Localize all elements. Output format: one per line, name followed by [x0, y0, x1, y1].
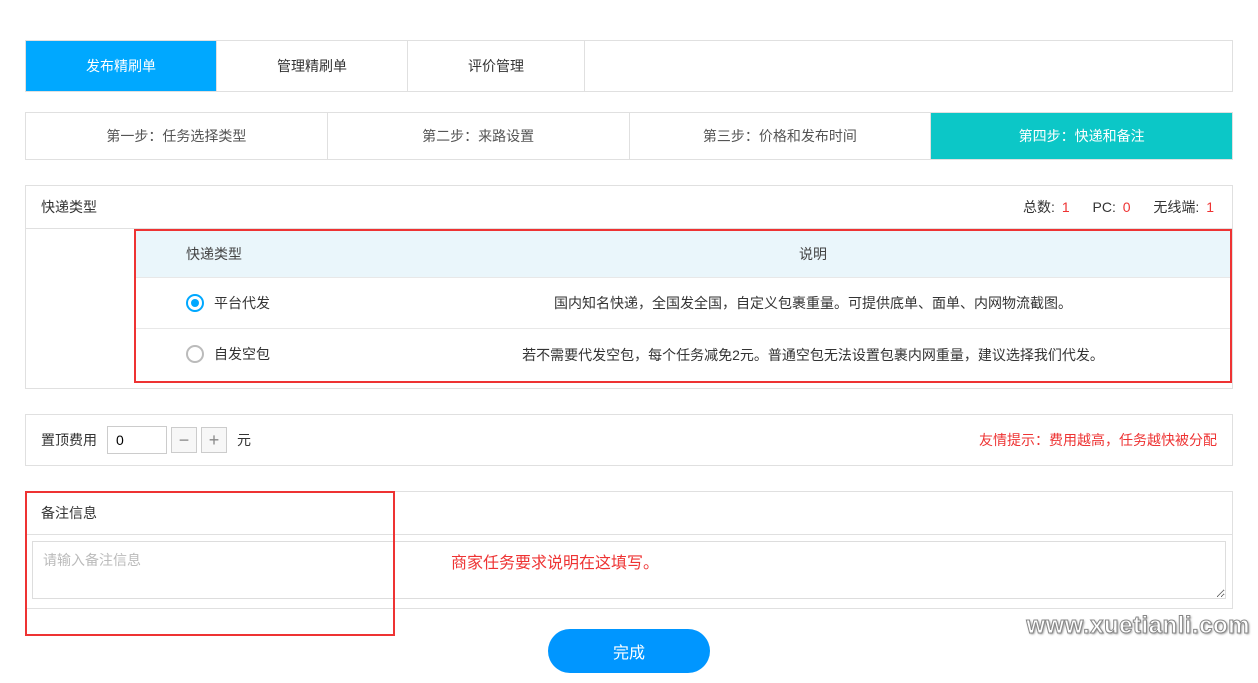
table-row: 自发空包 若不需要代发空包，每个任务减免2元。普通空包无法设置包裹内网重量，建议… [136, 329, 1230, 382]
submit-button[interactable]: 完成 [548, 629, 710, 673]
remark-label: 备注信息 [25, 491, 1233, 534]
main-tabs: 发布精刷单 管理精刷单 评价管理 [25, 40, 1233, 92]
topfee-hint: 友情提示：费用越高，任务越快被分配 [979, 430, 1217, 450]
radio-self-label: 自发空包 [214, 344, 270, 364]
delivery-section-header: 快递类型 总数: 1 PC: 0 无线端: 1 [25, 185, 1233, 229]
radio-icon [186, 294, 204, 312]
counts-mobile-label: 无线端: [1153, 199, 1199, 215]
counts-pc-label: PC: [1093, 199, 1116, 215]
step-2[interactable]: 第二步：来路设置 [328, 113, 630, 159]
decrement-button[interactable]: − [171, 427, 197, 453]
desc-self: 若不需要代发空包，每个任务减免2元。普通空包无法设置包裹内网重量，建议选择我们代… [396, 329, 1230, 382]
delivery-highlight-box: 快递类型 说明 平台代发 国内知名快递，全国发全国，自定义包裹重量。可提供底单、… [134, 229, 1232, 383]
radio-platform-label: 平台代发 [214, 293, 270, 313]
delivery-table: 快递类型 说明 平台代发 国内知名快递，全国发全国，自定义包裹重量。可提供底单、… [136, 231, 1230, 381]
delivery-panel: 快递类型 说明 平台代发 国内知名快递，全国发全国，自定义包裹重量。可提供底单、… [25, 229, 1233, 389]
increment-button[interactable]: + [201, 427, 227, 453]
tab-manage[interactable]: 管理精刷单 [217, 41, 408, 91]
step-1[interactable]: 第一步：任务选择类型 [26, 113, 328, 159]
tab-review[interactable]: 评价管理 [408, 41, 585, 91]
table-row: 平台代发 国内知名快递，全国发全国，自定义包裹重量。可提供底单、面单、内网物流截… [136, 278, 1230, 329]
counts-pc-value: 0 [1123, 199, 1131, 215]
step-4[interactable]: 第四步：快递和备注 [931, 113, 1232, 159]
topfee-unit: 元 [237, 430, 251, 450]
tab-publish[interactable]: 发布精刷单 [26, 41, 217, 91]
desc-platform: 国内知名快递，全国发全国，自定义包裹重量。可提供底单、面单、内网物流截图。 [396, 278, 1230, 329]
step-3[interactable]: 第三步：价格和发布时间 [630, 113, 932, 159]
remark-hint: 商家任务要求说明在这填写。 [451, 549, 659, 573]
radio-icon [186, 345, 204, 363]
delivery-section-title: 快递类型 [41, 197, 97, 217]
counts-total-value: 1 [1062, 199, 1070, 215]
counts-mobile-value: 1 [1206, 199, 1214, 215]
remark-section: 备注信息 商家任务要求说明在这填写。 [25, 491, 1233, 609]
remark-body: 商家任务要求说明在这填写。 [25, 534, 1233, 609]
topfee-input[interactable] [107, 426, 167, 454]
th-desc: 说明 [396, 231, 1230, 278]
step-tabs: 第一步：任务选择类型 第二步：来路设置 第三步：价格和发布时间 第四步：快递和备… [25, 112, 1233, 160]
topfee-row: 置顶费用 − + 元 友情提示：费用越高，任务越快被分配 [25, 414, 1233, 466]
radio-platform[interactable]: 平台代发 [186, 293, 270, 313]
delivery-counts: 总数: 1 PC: 0 无线端: 1 [1023, 197, 1217, 217]
radio-self[interactable]: 自发空包 [186, 344, 270, 364]
topfee-label: 置顶费用 [41, 430, 97, 450]
th-type: 快递类型 [136, 231, 396, 278]
watermark: www.xuetianli.com [1026, 612, 1250, 640]
counts-total-label: 总数: [1023, 199, 1055, 215]
